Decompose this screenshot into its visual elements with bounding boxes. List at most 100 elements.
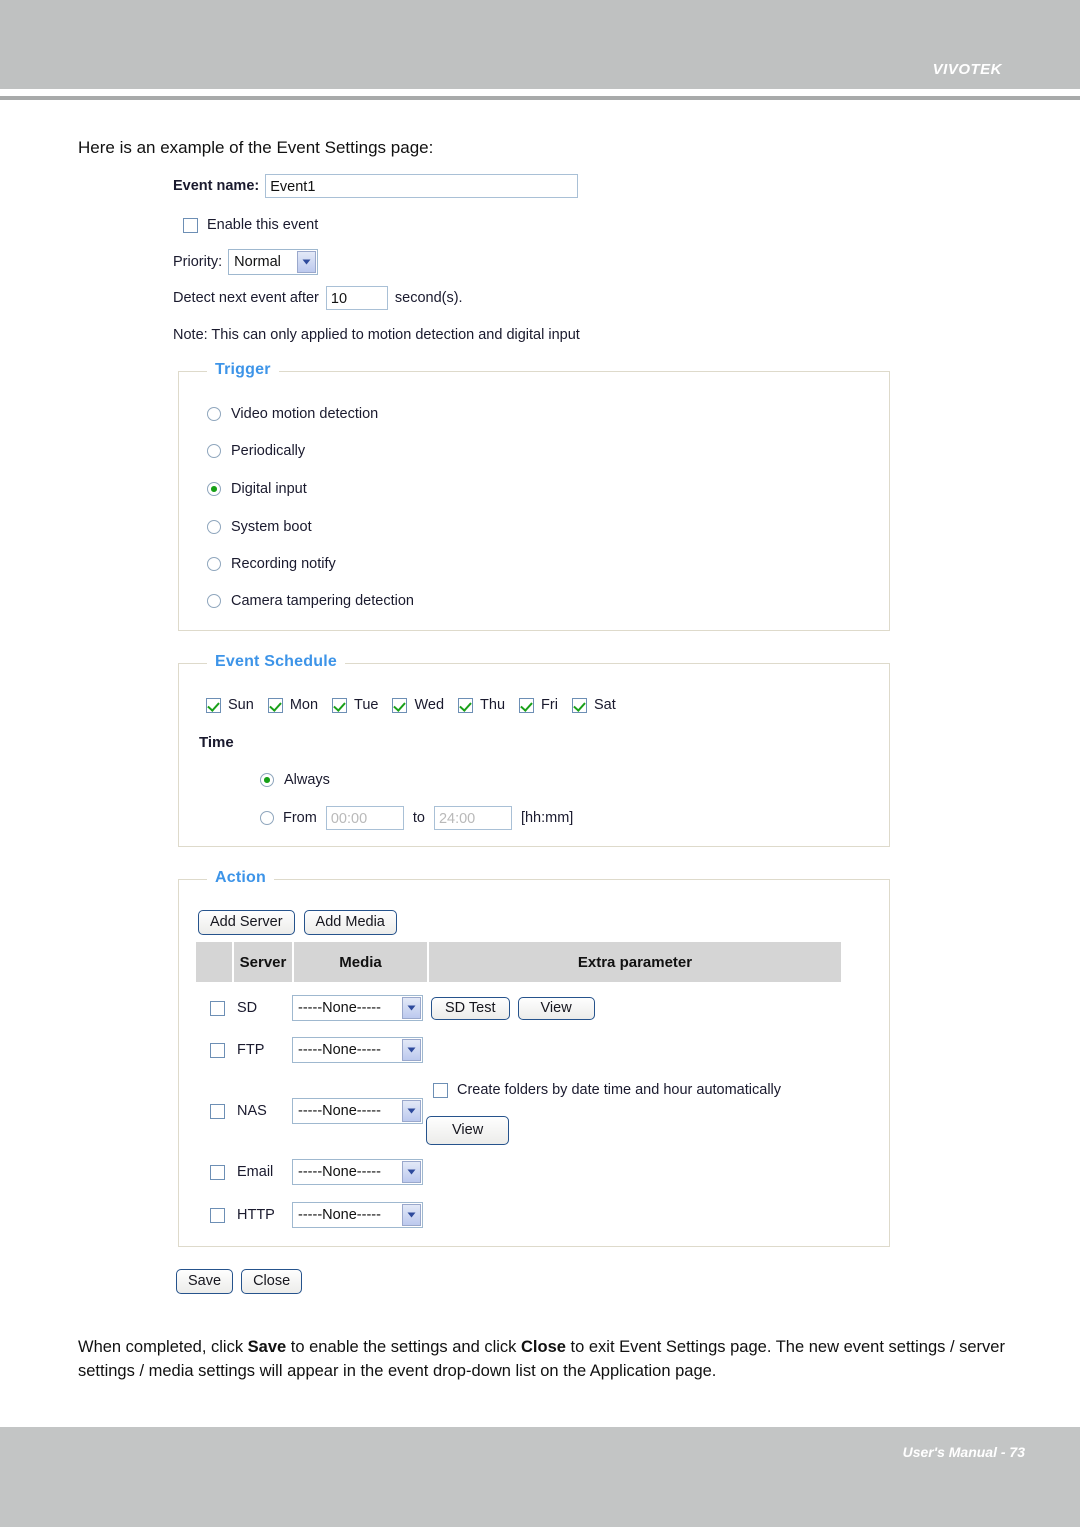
nas-view-button[interactable]: View [426, 1116, 510, 1145]
trigger-option-video-motion-detection[interactable]: Video motion detection [207, 406, 378, 422]
note-text: Note: This can only applied to motion de… [173, 327, 580, 343]
trigger-option-periodically[interactable]: Periodically [207, 443, 305, 459]
sd-test-button[interactable]: SD Test [431, 996, 510, 1020]
action-row-sd: SD -----None----- SD Test View [210, 995, 595, 1021]
save-button[interactable]: Save [176, 1269, 234, 1294]
action-media-select-http[interactable]: -----None----- [292, 1202, 423, 1228]
action-checkbox-email[interactable] [210, 1164, 225, 1180]
event-schedule-legend: Event Schedule [207, 653, 345, 671]
schedule-checkbox-sat[interactable] [571, 697, 587, 713]
event-name-label: Event name: [173, 178, 260, 194]
action-table-col-extra-parameter: Extra parameter [429, 942, 841, 982]
schedule-label-fri: Fri [541, 697, 558, 713]
nas-view-row: View [426, 1116, 510, 1145]
outro-save-keyword: Save [247, 1338, 287, 1356]
enable-this-event-row[interactable]: Enable this event [183, 217, 318, 233]
action-checkbox-http[interactable] [210, 1207, 225, 1223]
action-media-select-sd[interactable]: -----None----- [292, 995, 423, 1021]
close-button[interactable]: Close [241, 1269, 303, 1294]
trigger-option-camera-tampering-detection[interactable]: Camera tampering detection [207, 593, 414, 609]
schedule-format-hint: [hh:mm] [520, 810, 574, 826]
schedule-label-sun: Sun [228, 697, 254, 713]
schedule-checkbox-wed[interactable] [392, 697, 408, 713]
schedule-checkbox-mon[interactable] [267, 697, 283, 713]
schedule-from-input[interactable]: 00:00 [325, 806, 404, 830]
action-server-label-email: Email [237, 1164, 274, 1180]
schedule-checkbox-sun[interactable] [206, 697, 221, 713]
action-media-select-value-email: -----None----- [298, 1164, 381, 1180]
action-server-label-ftp: FTP [237, 1042, 265, 1058]
action-table-col-server: Server [234, 942, 292, 982]
outro-part2: to enable the settings and click [286, 1338, 522, 1356]
action-media-select-ftp[interactable]: -----None----- [292, 1037, 423, 1063]
trigger-radio-camera-tampering-detection[interactable] [207, 594, 221, 608]
action-table-col-media: Media [294, 942, 427, 982]
outro-part1: When completed, click [78, 1338, 248, 1356]
action-row-nas: NAS -----None----- [210, 1098, 423, 1124]
trigger-radio-periodically[interactable] [207, 444, 221, 458]
action-row-email: Email -----None----- [210, 1159, 423, 1185]
action-server-label-nas: NAS [237, 1103, 267, 1119]
schedule-radio-from[interactable] [260, 811, 274, 825]
nas-create-folders-checkbox[interactable] [433, 1082, 448, 1098]
schedule-checkbox-thu[interactable] [458, 697, 474, 713]
enable-this-event-checkbox[interactable] [183, 217, 198, 233]
action-checkbox-sd[interactable] [210, 1000, 225, 1016]
enable-this-event-label: Enable this event [207, 217, 319, 233]
trigger-option-digital-input[interactable]: Digital input [207, 481, 307, 497]
action-checkbox-ftp[interactable] [210, 1042, 225, 1058]
schedule-label-mon: Mon [289, 697, 319, 713]
detect-next-event-input[interactable]: 10 [325, 286, 388, 310]
detect-next-event-suffix: second(s). [394, 290, 463, 306]
sd-view-button[interactable]: View [517, 996, 595, 1020]
chevron-down-icon [402, 997, 421, 1019]
schedule-time-heading: Time [199, 734, 234, 751]
schedule-time-label: Time [199, 734, 234, 751]
event-name-row: Event name: Event1 [173, 174, 579, 198]
trigger-label-recording-notify: Recording notify [231, 556, 336, 572]
action-table-header: Server Media Extra parameter [196, 942, 841, 982]
schedule-radio-always[interactable] [260, 773, 274, 787]
action-media-select-email[interactable]: -----None----- [292, 1159, 423, 1185]
schedule-label-thu: Thu [480, 697, 506, 713]
nas-create-folders-label: Create folders by date time and hour aut… [457, 1082, 782, 1098]
action-row-http: HTTP -----None----- [210, 1202, 423, 1228]
footer-manual-page: User's Manual - 73 [902, 1444, 1025, 1460]
schedule-always-row[interactable]: Always [260, 772, 330, 788]
schedule-label-tue: Tue [354, 697, 379, 713]
nas-create-folders-row[interactable]: Create folders by date time and hour aut… [433, 1082, 781, 1098]
trigger-legend: Trigger [207, 361, 279, 379]
detect-next-event-label: Detect next event after [173, 290, 319, 306]
trigger-label-video-motion-detection: Video motion detection [231, 406, 379, 422]
note-row: Note: This can only applied to motion de… [173, 327, 580, 343]
add-server-button[interactable]: Add Server [198, 910, 295, 935]
add-media-button[interactable]: Add Media [303, 910, 397, 935]
chevron-down-icon [402, 1100, 421, 1122]
trigger-label-digital-input: Digital input [231, 481, 307, 497]
action-server-label-sd: SD [237, 1000, 258, 1016]
schedule-to-input[interactable]: 24:00 [433, 806, 512, 830]
schedule-from-row: From 00:00 to 24:00 [hh:mm] [260, 806, 573, 830]
trigger-radio-video-motion-detection[interactable] [207, 407, 221, 421]
action-media-select-value-http: -----None----- [298, 1207, 381, 1223]
schedule-label-sat: Sat [593, 697, 616, 713]
event-name-input[interactable]: Event1 [265, 174, 579, 198]
trigger-radio-recording-notify[interactable] [207, 557, 221, 571]
action-media-select-value-sd: -----None----- [298, 1000, 381, 1016]
schedule-checkbox-tue[interactable] [332, 697, 348, 713]
trigger-label-camera-tampering-detection: Camera tampering detection [231, 593, 414, 609]
trigger-option-system-boot[interactable]: System boot [207, 519, 312, 535]
trigger-option-recording-notify[interactable]: Recording notify [207, 556, 336, 572]
action-checkbox-nas[interactable] [210, 1103, 225, 1119]
trigger-radio-system-boot[interactable] [207, 520, 221, 534]
trigger-radio-digital-input[interactable] [207, 482, 221, 496]
chevron-down-icon [297, 251, 317, 273]
action-media-select-nas[interactable]: -----None----- [292, 1098, 423, 1124]
page-footer-bar [0, 1427, 1080, 1527]
action-media-select-value-nas: -----None----- [298, 1103, 381, 1119]
outro-close-keyword: Close [521, 1338, 566, 1356]
priority-select[interactable]: Normal [228, 249, 319, 275]
schedule-checkbox-fri[interactable] [519, 697, 535, 713]
outro-paragraph: When completed, click Save to enable the… [78, 1335, 1013, 1383]
action-media-select-value-ftp: -----None----- [298, 1042, 381, 1058]
